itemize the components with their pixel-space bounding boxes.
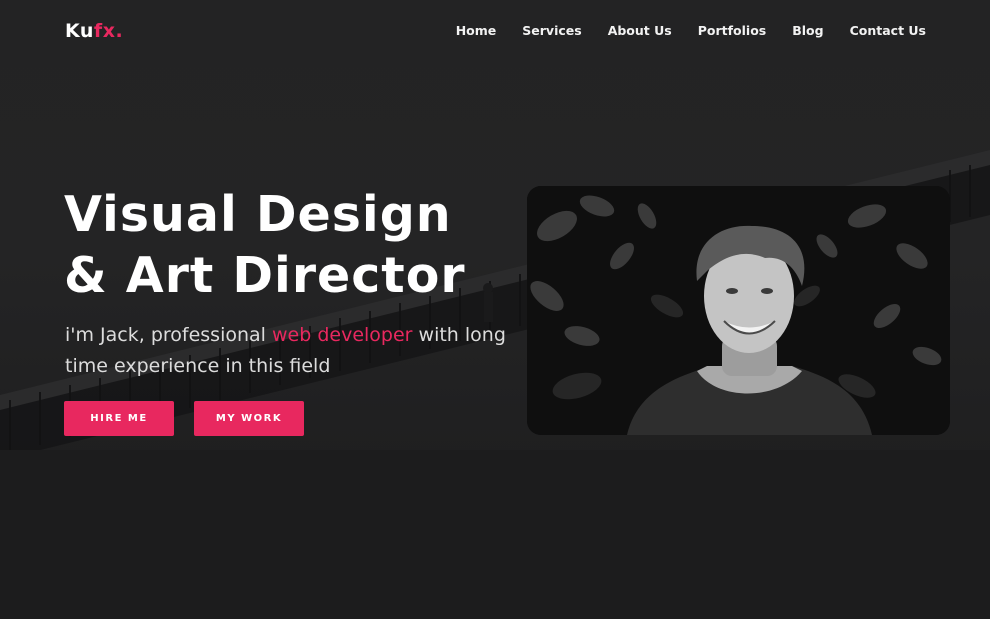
my-work-button[interactable]: MY WORK <box>194 401 304 436</box>
logo-accent: fx. <box>93 20 124 42</box>
nav-blog[interactable]: Blog <box>792 23 823 38</box>
hero-subtitle: i'm Jack, professional web developer wit… <box>65 320 515 382</box>
subtitle-highlight: web developer <box>272 324 413 346</box>
nav-about-us[interactable]: About Us <box>608 23 672 38</box>
hire-me-button[interactable]: HIRE ME <box>64 401 174 436</box>
page: Kufx. Home Services About Us Portfolios … <box>0 0 990 619</box>
hero-title-line-2: & Art Director <box>64 247 466 304</box>
main-nav: Home Services About Us Portfolios Blog C… <box>456 23 926 38</box>
logo[interactable]: Kufx. <box>65 20 123 42</box>
logo-text: Ku <box>65 20 94 42</box>
nav-portfolios[interactable]: Portfolios <box>698 23 767 38</box>
nav-contact-us[interactable]: Contact Us <box>850 23 926 38</box>
portrait-image <box>527 186 950 435</box>
portrait-icon <box>527 186 950 435</box>
nav-home[interactable]: Home <box>456 23 497 38</box>
bottom-band <box>0 450 990 619</box>
nav-services[interactable]: Services <box>522 23 581 38</box>
subtitle-intro: i'm Jack, professional <box>65 324 272 346</box>
hero-title: Visual Design & Art Director <box>64 184 466 306</box>
hero-title-line-1: Visual Design <box>64 186 452 243</box>
